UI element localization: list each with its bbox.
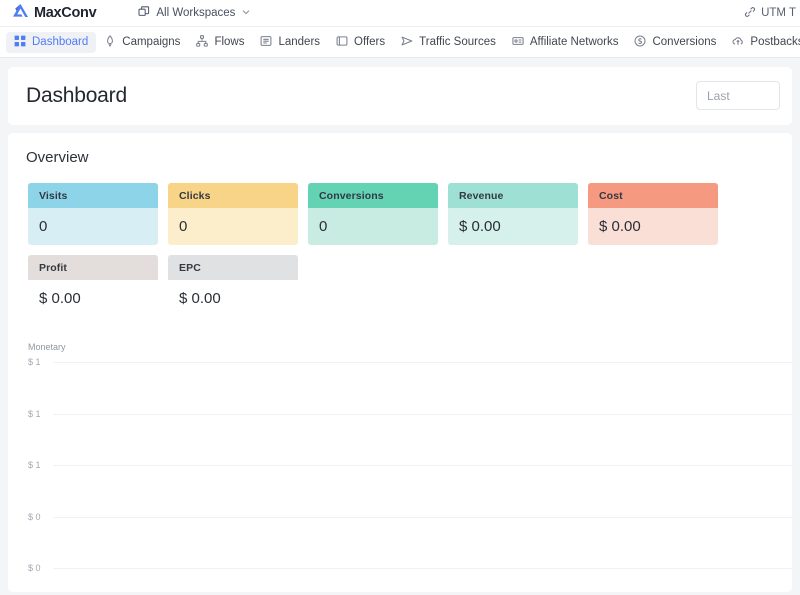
chart-tick-label: $ 1 [28,408,41,419]
utm-label: UTM T [761,7,796,19]
chart-y-axis-title: Monetary [28,342,66,352]
metric-card-epc[interactable]: EPC $ 0.00 [168,255,298,317]
metric-card-label: EPC [168,255,298,280]
rocket-icon [104,34,116,50]
date-range-value: Last [707,88,730,103]
page-content: Dashboard Last Overview Visits 0 Clicks … [0,58,800,592]
nav-label: Campaigns [122,36,181,48]
metric-cards: Visits 0 Clicks 0 Conversions 0 Revenue … [8,166,792,317]
metric-card-clicks[interactable]: Clicks 0 [168,183,298,245]
metric-card-value: 0 [168,208,298,245]
monetary-chart: Monetary $ 1 $ 1 $ 1 $ 0 $ 0 [8,342,792,592]
nav-item-landers[interactable]: Landers [252,32,328,53]
maxconv-logo-icon [12,3,29,23]
chart-tick-label: $ 0 [28,563,41,573]
metric-card-label: Clicks [168,183,298,208]
nav-item-postbacks[interactable]: Postbacks [724,32,800,53]
page-header-panel: Dashboard Last [8,67,792,125]
nav-item-flows[interactable]: Flows [188,32,252,53]
metric-card-value: 0 [308,208,438,245]
metric-card-label: Cost [588,183,718,208]
nav-label: Affiliate Networks [529,36,619,48]
metric-card-value: $ 0.00 [28,280,158,317]
chart-tick-label: $ 0 [28,511,41,522]
sitemap-icon [196,34,209,50]
workspace-selector[interactable]: All Workspaces [138,5,251,21]
chart-gridline [53,362,792,363]
main-nav: Dashboard Campaigns Flows Landers Offers… [0,27,800,58]
metric-card-cost[interactable]: Cost $ 0.00 [588,183,718,245]
overview-title: Overview [26,149,89,166]
metric-card-value: 0 [28,208,158,245]
metric-card-profit[interactable]: Profit $ 0.00 [28,255,158,317]
nav-label: Traffic Sources [419,36,496,48]
nav-item-offers[interactable]: Offers [328,32,393,53]
utm-tool-button[interactable]: UTM T [744,6,796,21]
cloud-upload-icon [732,35,744,50]
grid-icon [14,35,26,50]
network-card-icon [512,35,524,50]
send-icon [401,35,413,50]
workspace-label: All Workspaces [156,7,236,19]
metric-card-label: Visits [28,183,158,208]
chart-gridline [53,413,792,415]
metric-card-label: Profit [28,255,158,280]
nav-item-traffic-sources[interactable]: Traffic Sources [393,32,504,53]
metric-card-value: $ 0.00 [448,208,578,245]
chart-tick-label: $ 1 [28,357,41,367]
chart-tick-label: $ 1 [28,460,41,470]
brand-name: MaxConv [34,5,97,21]
dollar-circle-icon [634,34,647,50]
metric-card-revenue[interactable]: Revenue $ 0.00 [448,183,578,245]
metric-card-label: Revenue [448,183,578,208]
nav-label: Landers [278,36,321,48]
nav-item-affiliate-networks[interactable]: Affiliate Networks [504,32,627,53]
nav-item-dashboard[interactable]: Dashboard [6,31,97,53]
top-bar: MaxConv All Workspaces UTM T [0,0,800,27]
chart-gridline [53,516,792,518]
offer-card-icon [336,35,348,50]
page-title: Dashboard [26,84,127,107]
metric-card-label: Conversions [308,183,438,208]
workspaces-icon [138,5,150,21]
nav-item-conversions[interactable]: Conversions [626,32,724,53]
overview-panel: Overview Visits 0 Clicks 0 Conversions 0… [8,133,792,592]
page-icon [260,35,272,50]
date-range-picker[interactable]: Last [696,81,780,110]
nav-label: Dashboard [32,36,89,48]
chart-gridline [53,568,792,569]
metric-card-value: $ 0.00 [588,208,718,245]
metric-card-conversions[interactable]: Conversions 0 [308,183,438,245]
metric-card-visits[interactable]: Visits 0 [28,183,158,245]
brand[interactable]: MaxConv [12,3,97,23]
nav-label: Offers [354,36,386,48]
nav-item-campaigns[interactable]: Campaigns [96,32,188,53]
metric-card-value: $ 0.00 [168,280,298,317]
chart-gridline [53,465,792,466]
link-icon [744,6,756,21]
nav-label: Flows [214,36,245,48]
nav-label: Conversions [652,36,717,48]
nav-label: Postbacks [750,36,800,48]
chevron-down-icon [241,7,251,20]
